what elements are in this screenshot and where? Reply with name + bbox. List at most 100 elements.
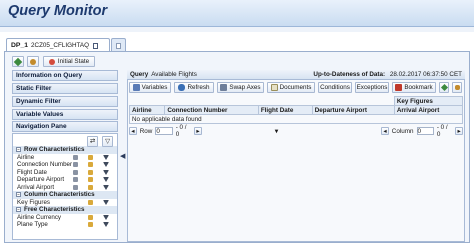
dynamic-filter-section[interactable]: Dynamic Filter: [12, 96, 118, 107]
bookmark-icon: [395, 84, 403, 91]
bookmark-label: Bookmark: [404, 84, 433, 91]
refresh-button[interactable]: Refresh: [174, 82, 214, 93]
pencil-icon: [13, 57, 23, 66]
nav-item-connection-number[interactable]: Connection Number: [13, 161, 117, 169]
tab-dp1[interactable]: DP_1 2CZ05_CFLIGHTAQ: [6, 38, 110, 52]
swap-icon[interactable]: ⇄: [87, 136, 98, 147]
drilldown-icon[interactable]: [73, 154, 78, 160]
conditions-label: Conditions: [320, 84, 350, 91]
filter-icon[interactable]: [103, 199, 109, 205]
collapse-icon[interactable]: −: [16, 147, 21, 153]
collapse-panel-handle[interactable]: ◀: [120, 152, 125, 160]
bookmark-button[interactable]: Bookmark: [392, 82, 436, 93]
column-characteristics-header[interactable]: − Column Characteristics: [13, 191, 117, 199]
variables-label: Variables: [141, 84, 168, 91]
tools-button[interactable]: [452, 82, 462, 93]
col-header-departure-airport[interactable]: Departure Airport: [311, 105, 395, 115]
row-input[interactable]: 0: [155, 127, 173, 135]
scroll-down-icon[interactable]: ▾: [275, 128, 278, 135]
result-table: Key Figures Airline Connection Number Fl…: [128, 96, 464, 124]
row-characteristics-header[interactable]: − Row Characteristics: [13, 146, 117, 154]
filter-icon[interactable]: ▽: [102, 136, 113, 147]
settings-button[interactable]: [439, 82, 449, 93]
row-characteristics-label: Row Characteristics: [24, 146, 85, 154]
col-header-flight-date[interactable]: Flight Date: [257, 105, 313, 115]
col-prev-button[interactable]: ◂: [381, 127, 389, 135]
drilldown-icon[interactable]: [73, 169, 78, 175]
update-info: Up-to-Dateness of Data: 28.02.2017 06:37…: [313, 71, 462, 78]
filter-icon[interactable]: [103, 222, 109, 227]
collapse-icon[interactable]: −: [16, 192, 21, 198]
column-input[interactable]: 0: [416, 127, 434, 135]
initial-state-button[interactable]: Initial State: [43, 56, 95, 67]
nav-item-plane-type[interactable]: Plane Type: [13, 221, 117, 229]
filter-icon[interactable]: [103, 162, 109, 167]
nav-item-label: Airline Currency: [17, 213, 62, 221]
documents-label: Documents: [279, 84, 312, 91]
free-characteristics-header[interactable]: − Free Characteristics: [13, 206, 117, 214]
pencil-icon: [440, 83, 448, 92]
copy-icon[interactable]: [93, 42, 98, 49]
col-header-arrival-airport[interactable]: Arrival Airport: [393, 105, 464, 115]
column-range: - 0 / 0: [436, 124, 448, 138]
col-next-button[interactable]: ▸: [455, 127, 464, 135]
tab-desc: 2CZ05_CFLIGHTAQ: [31, 42, 89, 49]
swap-axis-icon[interactable]: [88, 154, 93, 160]
filter-icon[interactable]: [103, 184, 109, 190]
swap-axis-icon[interactable]: [88, 199, 93, 205]
result-toolbar: Variables Refresh Swap Axes Documents Co…: [129, 82, 462, 93]
nav-toolbar: ⇄ ▽: [13, 134, 117, 147]
nav-item-key-figures[interactable]: Key Figures: [13, 199, 117, 207]
row-prev-button[interactable]: ◂: [129, 127, 137, 135]
filter-icon[interactable]: [103, 214, 109, 220]
static-filter-section[interactable]: Static Filter: [12, 83, 118, 94]
swap-axis-icon[interactable]: [88, 222, 93, 227]
swap-axis-icon[interactable]: [88, 169, 93, 175]
nav-item-flight-date[interactable]: Flight Date: [13, 169, 117, 177]
exceptions-button[interactable]: Exceptions: [355, 82, 389, 93]
documents-icon: [270, 84, 278, 91]
drilldown-icon[interactable]: [73, 162, 78, 167]
query-name: Available Flights: [151, 71, 197, 78]
swap-axes-button[interactable]: Swap Axes: [217, 82, 264, 93]
new-tab-button[interactable]: [111, 38, 126, 52]
nav-item-arrival-airport[interactable]: Arrival Airport: [13, 184, 117, 192]
initial-state-label: Initial State: [57, 58, 90, 65]
filter-icon[interactable]: [103, 154, 109, 160]
col-header-airline[interactable]: Airline: [128, 105, 166, 115]
nav-item-label: Airline: [17, 153, 35, 161]
collapse-icon[interactable]: −: [16, 207, 21, 213]
refresh-label: Refresh: [187, 84, 210, 91]
variables-button[interactable]: Variables: [129, 82, 171, 93]
documents-button[interactable]: Documents: [267, 82, 315, 93]
filter-icon[interactable]: [103, 177, 109, 182]
row-next-button[interactable]: ▸: [194, 127, 202, 135]
reset-icon: [48, 58, 55, 65]
tools-button[interactable]: [27, 56, 39, 67]
filter-icon[interactable]: [103, 169, 109, 175]
swap-axis-icon[interactable]: [88, 162, 93, 167]
navigation-pane: ⇄ ▽ − Row Characteristics Airline Connec…: [12, 133, 118, 240]
nav-item-airline-currency[interactable]: Airline Currency: [13, 214, 117, 222]
variable-values-section[interactable]: Variable Values: [12, 109, 118, 120]
swap-axis-icon[interactable]: [88, 184, 93, 190]
update-label: Up-to-Dateness of Data:: [313, 71, 386, 78]
edit-button[interactable]: [12, 56, 24, 67]
header-spacer: [130, 97, 395, 106]
drilldown-icon[interactable]: [73, 184, 78, 190]
drilldown-icon[interactable]: [73, 177, 78, 182]
conditions-button[interactable]: Conditions: [318, 82, 352, 93]
col-header-connection-number[interactable]: Connection Number: [164, 105, 259, 115]
swap-axis-icon[interactable]: [88, 177, 93, 182]
table-row: No applicable data found: [129, 114, 463, 124]
app-title: Query Monitor: [8, 3, 108, 19]
nav-item-label: Connection Number: [17, 161, 73, 169]
info-on-query-section[interactable]: Information on Query: [12, 70, 118, 81]
navigation-pane-section[interactable]: Navigation Pane: [12, 121, 118, 132]
nav-item-departure-airport[interactable]: Departure Airport: [13, 176, 117, 184]
key-figures-header[interactable]: Key Figures: [393, 96, 464, 106]
swap-axis-icon[interactable]: [88, 214, 93, 220]
query-label: Query: [130, 71, 149, 78]
nav-item-label: Departure Airport: [17, 176, 65, 184]
nav-item-airline[interactable]: Airline: [13, 154, 117, 162]
